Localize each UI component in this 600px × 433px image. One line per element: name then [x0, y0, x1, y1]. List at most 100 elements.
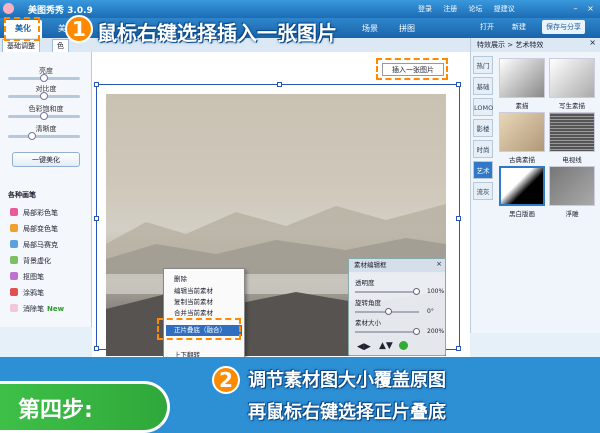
- panel-close-icon[interactable]: ×: [436, 260, 442, 268]
- brightness-knob[interactable]: [40, 74, 48, 82]
- new-button[interactable]: 新建: [508, 20, 530, 34]
- effect-sketch-label: 素描: [515, 102, 529, 110]
- doodle-icon: [10, 288, 18, 296]
- pens-heading: 各种画笔: [8, 191, 36, 199]
- top-menu: 登录 注册 论坛 提建议: [418, 4, 524, 14]
- resize-handle-right[interactable]: [456, 216, 461, 221]
- effect-classic-sketch-thumb[interactable]: [499, 112, 545, 152]
- tab-hot[interactable]: 热门: [473, 56, 493, 74]
- forum-link[interactable]: 论坛: [468, 5, 482, 13]
- opacity-label: 透明度: [355, 279, 375, 287]
- effects-panel-title: 特效展示 > 艺术特效: [471, 38, 600, 52]
- tab-studio[interactable]: 影楼: [473, 119, 493, 137]
- highlight-multiply-item: [157, 318, 241, 340]
- tab-collage[interactable]: 拼图: [392, 20, 422, 38]
- rotate-slider[interactable]: [355, 308, 419, 315]
- one-click-beautify-button[interactable]: 一键美化: [12, 152, 80, 167]
- callout-two-line1: 调节素材图大小覆盖原图: [248, 370, 446, 391]
- flip-horizontal-icon[interactable]: ◀▶: [357, 342, 371, 352]
- effect-bw-print-thumb[interactable]: [499, 166, 545, 206]
- mosaic-icon: [10, 240, 18, 248]
- menu-delete[interactable]: 删除: [174, 273, 187, 283]
- opacity-value: 100%: [427, 288, 445, 295]
- effect-emboss-thumb[interactable]: [549, 166, 595, 206]
- right-effects-panel: 特效展示 > 艺术特效 × 热门 基础 LOMO 影楼 时尚 艺术 流灰 素描 …: [470, 38, 600, 333]
- menu-copy-material[interactable]: 复制当前素材: [174, 296, 213, 306]
- contrast-slider[interactable]: [8, 92, 80, 100]
- tab-fashion[interactable]: 时尚: [473, 140, 493, 158]
- left-panel: 亮度 对比度 色彩饱和度 清晰度 一键美化 各种画笔 局部彩色笔 局部变色笔 局…: [0, 52, 92, 327]
- tab-basic[interactable]: 基础: [473, 77, 493, 95]
- close-window-icon[interactable]: ×: [585, 3, 596, 14]
- tab-scene[interactable]: 场景: [355, 20, 385, 38]
- rotate-knob[interactable]: [385, 308, 392, 315]
- rotate-value: 0°: [427, 308, 434, 315]
- step-label: 第四步:: [18, 398, 93, 423]
- cutout-icon: [10, 272, 18, 280]
- menu-edit-material[interactable]: 编辑当前素材: [174, 285, 213, 295]
- resize-handle-left[interactable]: [94, 216, 99, 221]
- callout-one-text: 鼠标右键选择插入一张图片: [97, 21, 337, 45]
- sharpness-knob[interactable]: [28, 132, 36, 140]
- tab-lomo[interactable]: LOMO: [473, 98, 493, 116]
- sharpness-slider[interactable]: [8, 132, 80, 140]
- size-value: 200%: [427, 328, 445, 335]
- title-bar: 美图秀秀 3.0.9 登录 注册 论坛 提建议 – ×: [0, 0, 600, 18]
- saturation-slider[interactable]: [8, 112, 80, 120]
- size-slider[interactable]: [355, 328, 420, 335]
- resize-handle-tr[interactable]: [456, 82, 461, 87]
- sharpness-label: 清晰度: [35, 125, 57, 133]
- effect-life-sketch-label: 写生素描: [559, 102, 585, 110]
- callout-two-line2: 再鼠标右键选择正片叠底: [248, 402, 446, 423]
- register-link[interactable]: 注册: [443, 5, 457, 13]
- tab-art[interactable]: 艺术: [473, 161, 493, 179]
- pen-blur-bg[interactable]: 背景虚化: [10, 256, 51, 266]
- resize-handle-tl[interactable]: [94, 82, 99, 87]
- tab-gray[interactable]: 流灰: [473, 182, 493, 200]
- new-badge: New: [47, 305, 65, 313]
- save-share-button[interactable]: 保存与分享: [542, 20, 585, 34]
- reset-icon[interactable]: [399, 341, 408, 350]
- effect-life-sketch-thumb[interactable]: [549, 58, 595, 98]
- pen-cutout[interactable]: 抠图笔: [10, 272, 44, 282]
- material-panel-title: 素材编辑框: [349, 259, 445, 272]
- brightness-slider[interactable]: [8, 74, 80, 82]
- pen-local-recolor[interactable]: 局部变色笔: [10, 224, 58, 234]
- app-logo-icon: [3, 3, 14, 14]
- resize-handle-top[interactable]: [277, 82, 282, 87]
- pen-mosaic[interactable]: 局部马赛克: [10, 240, 58, 250]
- app-title: 美图秀秀 3.0.9: [28, 6, 93, 16]
- blur-icon: [10, 256, 18, 264]
- opacity-knob[interactable]: [413, 288, 420, 295]
- callout-two-number: 2: [212, 366, 240, 394]
- contrast-knob[interactable]: [40, 92, 48, 100]
- effect-sketch-thumb[interactable]: [499, 58, 545, 98]
- opacity-slider[interactable]: [355, 288, 420, 295]
- effect-bw-print-label: 黑白版画: [509, 210, 535, 218]
- effect-tv-lines-thumb[interactable]: [549, 112, 595, 152]
- effect-tv-lines-label: 电视线: [562, 156, 582, 164]
- flip-vertical-icon[interactable]: ▲▼: [379, 341, 393, 351]
- pen-eraser[interactable]: 消除笔 New: [10, 304, 64, 314]
- tab-color[interactable]: 色: [52, 39, 69, 52]
- highlight-beautify-tab: [4, 17, 40, 41]
- recolor-pen-icon: [10, 224, 18, 232]
- effect-classic-sketch-label: 古典素描: [509, 156, 535, 164]
- saturation-knob[interactable]: [40, 112, 48, 120]
- resize-handle-bl[interactable]: [94, 346, 99, 351]
- pen-local-color[interactable]: 局部彩色笔: [10, 208, 58, 218]
- minimize-icon[interactable]: –: [570, 3, 581, 14]
- rotate-label: 旋转角度: [355, 299, 381, 307]
- menu-merge-material[interactable]: 合并当前素材: [174, 307, 213, 317]
- highlight-insert-button: [376, 58, 448, 80]
- open-button[interactable]: 打开: [476, 20, 498, 34]
- pen-doodle[interactable]: 涂鸦笔: [10, 288, 44, 298]
- effects-close-icon[interactable]: ×: [589, 38, 596, 47]
- resize-handle-br[interactable]: [456, 346, 461, 351]
- login-link[interactable]: 登录: [418, 5, 432, 13]
- eraser-icon: [10, 304, 18, 312]
- size-knob[interactable]: [413, 328, 420, 335]
- effect-emboss-label: 浮雕: [565, 210, 579, 218]
- color-pen-icon: [10, 208, 18, 216]
- feedback-link[interactable]: 提建议: [494, 5, 515, 13]
